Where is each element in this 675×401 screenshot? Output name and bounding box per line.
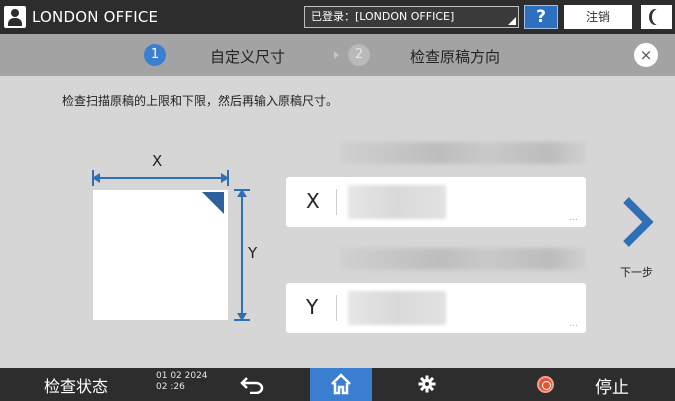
home-button[interactable] bbox=[310, 368, 372, 401]
y-size-field[interactable]: Y ... bbox=[286, 283, 586, 333]
moon-icon bbox=[652, 9, 664, 25]
home-icon bbox=[331, 373, 351, 395]
dimension-x-arrow bbox=[92, 173, 229, 183]
step-2-number: 2 bbox=[348, 44, 370, 66]
y-field-label: Y bbox=[306, 295, 319, 319]
chevron-right-icon bbox=[623, 197, 654, 247]
step-1-label: 自定义尺寸 bbox=[210, 48, 286, 66]
user-button[interactable]: LONDON OFFICE bbox=[4, 5, 158, 29]
dimension-y-label: Y bbox=[248, 244, 258, 262]
x-field-divider bbox=[336, 189, 337, 215]
stop-button[interactable]: 停止 bbox=[533, 368, 675, 401]
instruction-text: 检查扫描原稿的上限和下限，然后再输入原稿尺寸。 bbox=[62, 94, 339, 108]
login-status-text: 已登录：[LONDON OFFICE] bbox=[311, 10, 455, 23]
login-status-box[interactable]: 已登录：[LONDON OFFICE] bbox=[304, 6, 519, 28]
x-field-value bbox=[348, 185, 446, 219]
paper-diagram bbox=[93, 190, 228, 320]
back-arrow-icon bbox=[240, 377, 264, 395]
dimension-x-label: X bbox=[152, 152, 163, 170]
energy-saver-button[interactable] bbox=[638, 5, 672, 29]
next-button[interactable] bbox=[618, 196, 654, 248]
gear-icon bbox=[418, 375, 436, 393]
bottom-bar: 检查状态 01 02 2024 02 :26 停止 bbox=[0, 368, 675, 401]
step-arrow-icon bbox=[334, 51, 339, 59]
x-range-hint bbox=[340, 142, 586, 164]
next-label[interactable]: 下一步 bbox=[620, 264, 653, 280]
x-field-label: X bbox=[306, 189, 320, 213]
top-bar: LONDON OFFICE 已登录：[LONDON OFFICE] ? 注销 bbox=[0, 0, 675, 34]
y-field-divider bbox=[336, 295, 337, 321]
datetime: 01 02 2024 02 :26 bbox=[156, 371, 208, 393]
stop-label: 停止 bbox=[595, 378, 629, 398]
x-field-more: ... bbox=[569, 213, 578, 223]
resize-corner-icon bbox=[508, 17, 516, 25]
y-field-more: ... bbox=[569, 319, 578, 329]
user-name: LONDON OFFICE bbox=[32, 8, 159, 26]
logout-button[interactable]: 注销 bbox=[564, 5, 632, 29]
step-2-label: 检查原稿方向 bbox=[410, 48, 501, 66]
step-bar: 1 自定义尺寸 2 检查原稿方向 × bbox=[0, 34, 675, 76]
close-button[interactable]: × bbox=[634, 43, 658, 67]
paper-corner-mark bbox=[202, 192, 224, 214]
check-status-button[interactable]: 检查状态 bbox=[44, 373, 108, 397]
step-1-number: 1 bbox=[144, 44, 166, 66]
settings-button[interactable] bbox=[418, 375, 436, 397]
stop-icon bbox=[537, 376, 554, 393]
y-range-hint bbox=[340, 248, 586, 270]
user-icon bbox=[4, 6, 26, 28]
y-field-value bbox=[348, 291, 446, 325]
help-button[interactable]: ? bbox=[524, 5, 558, 29]
x-size-field[interactable]: X ... bbox=[286, 177, 586, 227]
back-button[interactable] bbox=[240, 374, 266, 398]
date-text: 01 02 2024 bbox=[156, 371, 208, 381]
time-text: 02 :26 bbox=[156, 382, 185, 392]
dimension-y-arrow bbox=[237, 189, 247, 321]
